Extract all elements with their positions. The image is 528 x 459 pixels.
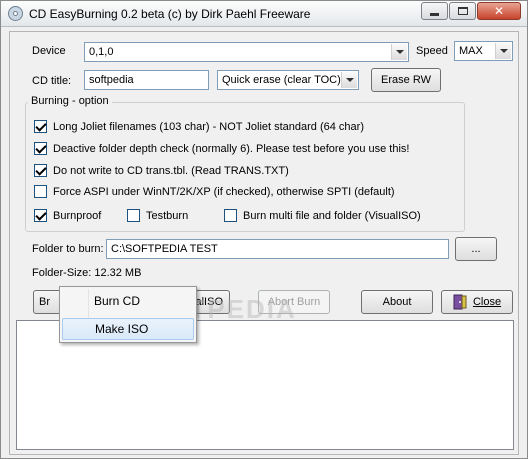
device-label: Device: [32, 45, 66, 57]
maximize-icon: [457, 7, 468, 15]
option-testburn[interactable]: Testburn: [127, 209, 188, 222]
burning-options-title: Burning - option: [28, 95, 112, 107]
speed-select[interactable]: MAX: [454, 41, 513, 61]
menu-item-make-iso[interactable]: Make ISO: [62, 318, 194, 340]
folder-size: Folder-Size: 12.32 MB: [32, 267, 142, 279]
window-title: CD EasyBurning 0.2 beta (c) by Dirk Paeh…: [29, 7, 311, 21]
close-window-button[interactable]: ✕: [477, 2, 521, 20]
checkbox[interactable]: [34, 120, 47, 133]
about-button[interactable]: About: [361, 290, 433, 314]
menu-item-burn-cd[interactable]: Burn CD: [62, 290, 194, 312]
option-folder-depth[interactable]: Deactive folder depth check (normally 6)…: [34, 142, 409, 155]
option-label: Long Joliet filenames (103 char) - NOT J…: [53, 120, 364, 133]
checkbox[interactable]: [34, 142, 47, 155]
close-icon: ✕: [493, 4, 505, 18]
minimize-icon: [430, 13, 439, 16]
caption-buttons: ✕: [420, 2, 521, 20]
app-window: CD EasyBurning 0.2 beta (c) by Dirk Paeh…: [0, 0, 528, 459]
close-button-label: Close: [472, 296, 502, 308]
device-select[interactable]: 0,1,0: [84, 42, 409, 62]
option-burnproof[interactable]: Burnproof: [34, 209, 101, 222]
folder-value: C:\SOFTPEDIA TEST: [111, 243, 218, 255]
checkbox[interactable]: [224, 209, 237, 222]
cd-title-value: softpedia: [89, 74, 134, 86]
option-label: Testburn: [146, 209, 189, 222]
main-panel: Device 0,1,0 Speed MAX CD title: softped…: [9, 31, 519, 455]
title-bar[interactable]: CD EasyBurning 0.2 beta (c) by Dirk Paeh…: [1, 1, 527, 27]
chevron-down-icon[interactable]: [341, 72, 357, 88]
close-button[interactable]: Close: [441, 290, 513, 314]
option-label: Burn multi file and folder (VisualISO): [243, 209, 421, 222]
chevron-down-icon[interactable]: [391, 44, 407, 60]
cd-title-input[interactable]: softpedia: [84, 70, 209, 90]
option-long-joliet[interactable]: Long Joliet filenames (103 char) - NOT J…: [34, 120, 364, 133]
burn-popup-menu: Burn CD Make ISO: [59, 286, 197, 343]
option-multi-visualiso[interactable]: Burn multi file and folder (VisualISO): [224, 209, 421, 222]
chevron-down-icon[interactable]: [495, 43, 511, 59]
abort-burn-button[interactable]: Abort Burn: [258, 290, 330, 314]
folder-label: Folder to burn:: [32, 243, 104, 255]
erase-mode-select[interactable]: Quick erase (clear TOC): [217, 70, 359, 90]
erase-rw-button[interactable]: Erase RW: [371, 68, 441, 92]
speed-label: Speed: [416, 45, 448, 57]
checkbox[interactable]: [127, 209, 140, 222]
maximize-button[interactable]: [449, 2, 476, 20]
option-label: Do not write to CD trans.tbl. (Read TRAN…: [53, 164, 289, 177]
option-label: Burnproof: [53, 209, 102, 222]
option-force-aspi[interactable]: Force ASPI under WinNT/2K/XP (if checked…: [34, 185, 395, 198]
cd-title-label: CD title:: [32, 75, 72, 87]
device-value: 0,1,0: [89, 46, 114, 58]
browse-button[interactable]: ...: [455, 237, 497, 261]
app-disc-icon: [8, 6, 23, 21]
option-no-trans-tbl[interactable]: Do not write to CD trans.tbl. (Read TRAN…: [34, 164, 289, 177]
minimize-button[interactable]: [421, 2, 448, 20]
option-label: Force ASPI under WinNT/2K/XP (if checked…: [53, 185, 395, 198]
checkbox[interactable]: [34, 185, 47, 198]
checkbox[interactable]: [34, 209, 47, 222]
checkbox[interactable]: [34, 164, 47, 177]
option-label: Deactive folder depth check (normally 6)…: [53, 142, 410, 155]
erase-mode-value: Quick erase (clear TOC): [222, 74, 341, 86]
exit-door-icon: [453, 294, 467, 310]
folder-input[interactable]: C:\SOFTPEDIA TEST: [106, 239, 449, 259]
speed-value: MAX: [459, 45, 483, 57]
